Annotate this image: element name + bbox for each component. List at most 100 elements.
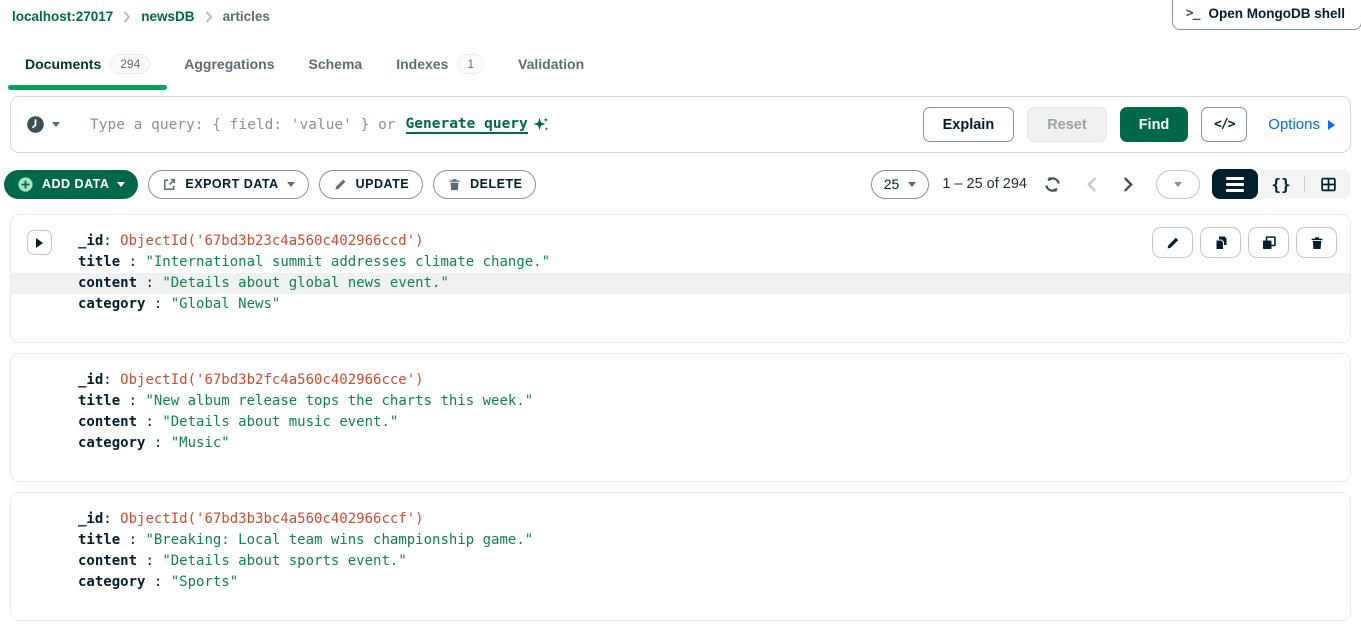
field-key: category [78,296,146,312]
open-mongodb-shell-button[interactable]: >_ Open MongoDB shell [1171,0,1361,30]
previous-page-button[interactable] [1084,176,1101,193]
export-data-button[interactable]: EXPORT DATA [148,169,309,199]
export-icon [162,177,177,192]
chevron-down-icon [1174,181,1182,187]
expand-document-button[interactable] [27,230,52,255]
field-value: "New album release tops the charts this … [145,393,534,409]
chevron-right-icon [204,11,214,23]
document-card[interactable]: _id: ObjectId('67bd3b2fc4a560c402966cce'… [10,353,1351,482]
document-field[interactable]: title : "New album release tops the char… [11,391,1350,412]
document-field[interactable]: _id: ObjectId('67bd3b3bc4a560c402966ccf'… [11,509,1350,530]
tab-validation[interactable]: Validation [501,44,601,90]
chevron-down-icon [908,181,917,187]
delete-document-button[interactable] [1296,227,1337,258]
tab-indexes[interactable]: Indexes 1 [379,44,501,90]
json-view-button[interactable]: {} [1258,169,1304,199]
document-field[interactable]: _id: ObjectId('67bd3b2fc4a560c402966cce'… [11,370,1350,391]
field-separator: : [145,435,171,451]
field-separator: : [137,553,163,569]
toggle-query-code-button[interactable]: </> [1201,107,1248,142]
document-field[interactable]: category : "Global News" [11,294,1350,315]
expand-collapse-dropdown[interactable] [1156,169,1200,199]
document-field[interactable]: title : "International summit addresses … [11,252,1350,273]
breadcrumb-connection[interactable]: localhost:27017 [12,9,113,24]
tab-aggregations[interactable]: Aggregations [167,44,291,90]
edit-document-button[interactable] [1152,227,1193,258]
field-key: _id [78,372,104,388]
breadcrumb-database[interactable]: newsDB [141,9,194,24]
documents-count-badge: 294 [110,54,151,74]
terminal-icon: >_ [1185,6,1201,21]
list-view-icon [1226,176,1244,192]
field-key: content [78,553,138,569]
document-field[interactable]: content : "Details about music event." [11,412,1350,433]
delete-label: DELETE [470,177,523,191]
table-view-button[interactable] [1305,169,1351,199]
field-value: "International summit addresses climate … [145,254,551,270]
field-key: title [78,393,121,409]
field-separator: : [137,414,163,430]
document-actions [1152,227,1337,258]
field-value: ObjectId('67bd3b2fc4a560c402966cce') [120,372,424,388]
generate-query-link[interactable]: Generate query [405,116,528,134]
options-label: Options [1268,116,1320,133]
pagination-range: 1 – 25 of 294 [942,176,1027,192]
document-field[interactable]: _id: ObjectId('67bd3b23c4a560c402966ccd'… [11,231,1350,252]
refresh-button[interactable] [1043,175,1062,194]
refresh-icon [1045,176,1060,192]
json-view-icon: {} [1271,174,1291,194]
trash-icon [447,177,462,192]
sparkle-icon [532,116,550,134]
clock-icon [27,116,44,133]
document-card[interactable]: _id: ObjectId('67bd3b3bc4a560c402966ccf'… [10,492,1351,621]
field-key: content [78,414,138,430]
query-bar: Type a query: { field: 'value' } or Gene… [10,96,1351,153]
chevron-left-icon [1087,176,1096,192]
chevron-down-icon [286,181,295,187]
query-input[interactable]: Type a query: { field: 'value' } or Gene… [90,116,550,134]
clone-document-button[interactable] [1248,227,1289,258]
field-key: category [78,435,146,451]
add-data-label: ADD DATA [42,177,110,191]
options-toggle[interactable]: Options [1268,116,1335,133]
tab-documents[interactable]: Documents 294 [8,44,168,90]
chevron-down-icon [117,181,126,187]
document-field[interactable]: title : "Breaking: Local team wins champ… [11,530,1350,551]
delete-button[interactable]: DELETE [433,169,537,199]
table-view-icon [1320,177,1336,191]
document-field[interactable]: category : "Music" [11,433,1350,454]
field-separator: : [120,393,146,409]
copy-document-button[interactable] [1200,227,1241,258]
document-field[interactable]: category : "Sports" [11,572,1350,593]
document-field[interactable]: content : "Details about sports event." [11,551,1350,572]
document-card[interactable]: _id: ObjectId('67bd3b23c4a560c402966ccd'… [10,214,1351,343]
page-size-select[interactable]: 25 [870,169,930,199]
field-key: content [78,275,138,291]
document-field[interactable]: content : "Details about global news eve… [11,273,1350,294]
tab-label: Schema [308,56,363,72]
field-value: "Global News" [170,296,281,312]
next-page-button[interactable] [1119,176,1136,193]
query-history-button[interactable] [26,115,60,134]
view-switcher: {} [1212,169,1351,199]
copy-icon [1215,236,1226,250]
tab-schema[interactable]: Schema [292,44,380,90]
triangle-right-icon [1328,119,1335,130]
query-actions: Explain Reset Find </> Options [922,107,1335,142]
field-separator: : [103,511,121,527]
field-separator: : [120,532,146,548]
field-separator: : [137,275,163,291]
add-data-button[interactable]: ADD DATA [4,169,139,199]
shell-button-label: Open MongoDB shell [1208,6,1346,21]
field-value: "Details about sports event." [162,553,407,569]
page-size-value: 25 [883,176,900,192]
field-key: title [78,254,121,270]
list-view-button[interactable] [1212,169,1258,199]
top-bar: localhost:27017 newsDB articles >_ Open … [0,0,1361,32]
trash-icon [1311,236,1322,249]
find-button[interactable]: Find [1119,107,1189,142]
reset-button[interactable]: Reset [1027,107,1107,142]
explain-button[interactable]: Explain [922,107,1015,142]
collection-tabs: Documents 294 Aggregations Schema Indexe… [0,32,1361,90]
update-button[interactable]: UPDATE [318,169,424,199]
